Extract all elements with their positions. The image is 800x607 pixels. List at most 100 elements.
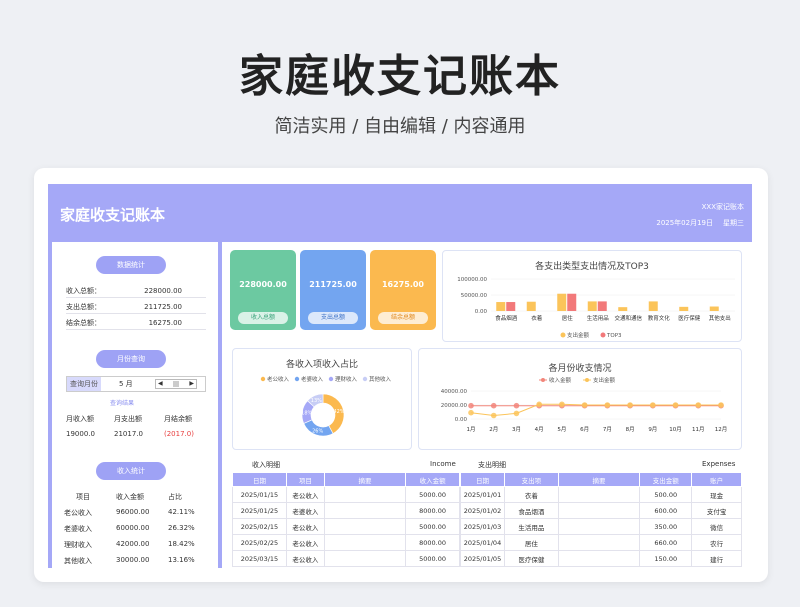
month-value: 5 月 bbox=[119, 380, 133, 388]
table-cell[interactable]: 660.00 bbox=[639, 534, 693, 551]
table-cell[interactable]: 老公收入 bbox=[285, 486, 325, 503]
table-cell[interactable] bbox=[557, 550, 641, 567]
table-cell[interactable]: 老公收入 bbox=[285, 534, 325, 551]
month-select-label[interactable]: 查询月份 bbox=[67, 377, 101, 391]
hero-title: 家庭收支记账本 bbox=[239, 51, 561, 102]
table-cell[interactable]: 5000.00 bbox=[405, 550, 460, 567]
table-cell[interactable]: 600.00 bbox=[639, 502, 693, 519]
slice-label: 26% bbox=[312, 429, 323, 435]
table-cell[interactable]: 2025/01/05 bbox=[460, 550, 505, 567]
x-tick-label: 2月 bbox=[489, 426, 498, 433]
income-detail-table: 日期 项目 摘要 收入金额 2025/01/15 老公收入 5000.00 2025/… bbox=[232, 472, 460, 567]
spin-thumb[interactable] bbox=[173, 381, 179, 387]
income-donut-svg: 老公收入 老婆收入 理财收入 其他收入 42% 26% 18% 13% bbox=[260, 375, 392, 437]
col-header: 支出金额 bbox=[639, 472, 693, 487]
table-cell[interactable] bbox=[323, 550, 407, 567]
income-share: 13.16% bbox=[168, 556, 195, 564]
table-cell[interactable]: 2025/02/25 bbox=[232, 534, 287, 551]
table-row[interactable]: 2025/01/02 食品烟酒 600.00 支付宝 bbox=[460, 502, 742, 519]
table-cell[interactable]: 老公收入 bbox=[285, 518, 325, 535]
income-amount: 42000.00 bbox=[116, 540, 150, 548]
table-cell[interactable]: 衣着 bbox=[503, 486, 559, 503]
table-cell[interactable]: 350.00 bbox=[639, 518, 693, 535]
table-cell[interactable]: 8000.00 bbox=[405, 502, 460, 519]
x-tick-label: 3月 bbox=[512, 426, 521, 433]
table-cell[interactable]: 食品烟酒 bbox=[503, 502, 559, 519]
spin-right-icon[interactable]: ▶ bbox=[189, 380, 194, 388]
table-cell[interactable]: 2025/01/25 bbox=[232, 502, 287, 519]
stat-value: 16275.00 bbox=[148, 319, 182, 327]
table-cell[interactable]: 老公收入 bbox=[285, 550, 325, 567]
month-spinner[interactable]: ◀ ▶ bbox=[155, 379, 197, 389]
table-cell[interactable]: 8000.00 bbox=[405, 534, 460, 551]
table-cell[interactable]: 支付宝 bbox=[691, 502, 742, 519]
expense-total-button[interactable]: 支出总额 bbox=[308, 312, 358, 324]
table-cell[interactable]: 2025/03/15 bbox=[232, 550, 287, 567]
x-tick-label: 1月 bbox=[467, 426, 476, 433]
table-cell[interactable]: 居住 bbox=[503, 534, 559, 551]
table-cell[interactable]: 5000.00 bbox=[405, 486, 460, 503]
data-point bbox=[513, 410, 520, 417]
stat-value: 211725.00 bbox=[144, 303, 182, 311]
table-cell[interactable]: 医疗保健 bbox=[503, 550, 559, 567]
table-cell[interactable]: 5000.00 bbox=[405, 518, 460, 535]
table-cell[interactable] bbox=[323, 502, 407, 519]
table-cell[interactable]: 2025/01/01 bbox=[460, 486, 505, 503]
table-row[interactable]: 2025/01/04 居住 660.00 农行 bbox=[460, 534, 742, 551]
spin-left-icon[interactable]: ◀ bbox=[158, 380, 163, 388]
owner-label: XXX家记账本 bbox=[701, 203, 744, 211]
data-point bbox=[559, 401, 565, 408]
x-tick-label: 其他支出 bbox=[709, 314, 731, 322]
bar bbox=[597, 301, 607, 311]
table-row[interactable]: 2025/03/15 老公收入 5000.00 bbox=[232, 550, 460, 567]
table-row[interactable]: 2025/01/01 衣着 500.00 现金 bbox=[460, 486, 742, 503]
table-cell[interactable]: 2025/01/04 bbox=[460, 534, 505, 551]
table-cell[interactable]: 微信 bbox=[691, 518, 742, 535]
table-cell[interactable]: 2025/01/15 bbox=[232, 486, 287, 503]
table-cell[interactable]: 2025/02/15 bbox=[232, 518, 287, 535]
table-cell[interactable]: 150.00 bbox=[639, 550, 693, 567]
table-cell[interactable]: 2025/01/02 bbox=[460, 502, 505, 519]
legend-marker bbox=[600, 332, 606, 338]
income-total-button[interactable]: 收入总额 bbox=[238, 312, 288, 324]
table-cell[interactable]: 500.00 bbox=[639, 486, 693, 503]
x-tick-label: 10月 bbox=[669, 426, 682, 433]
table-cell[interactable] bbox=[557, 534, 641, 551]
table-row[interactable]: 2025/02/25 老公收入 8000.00 bbox=[232, 534, 460, 551]
table-row[interactable]: 2025/01/25 老婆收入 8000.00 bbox=[232, 502, 460, 519]
table-cell[interactable] bbox=[323, 534, 407, 551]
table-cell[interactable] bbox=[557, 486, 641, 503]
table-cell[interactable]: 建行 bbox=[691, 550, 742, 567]
legend-marker bbox=[585, 378, 589, 382]
legend-marker bbox=[560, 332, 566, 338]
table-cell[interactable] bbox=[557, 502, 641, 519]
table-cell[interactable] bbox=[323, 518, 407, 535]
legend-label: 老婆收入 bbox=[301, 375, 324, 383]
slice-label: 42% bbox=[333, 409, 344, 415]
legend-marker bbox=[328, 376, 334, 382]
table-cell[interactable] bbox=[323, 486, 407, 503]
table-row[interactable]: 2025/01/05 医疗保健 150.00 建行 bbox=[460, 550, 742, 567]
table-row[interactable]: 2025/01/03 生活用品 350.00 微信 bbox=[460, 518, 742, 535]
col-header: 支出项 bbox=[503, 472, 559, 487]
legend-marker bbox=[362, 376, 368, 382]
income-item: 老婆收入 bbox=[64, 525, 92, 533]
current-weekday: 星期三 bbox=[723, 219, 744, 227]
legend-label: 支出金额 bbox=[567, 331, 590, 339]
balance-total-card: 16275.00 结余总额 bbox=[370, 250, 436, 330]
income-stats-header: 收入统计 bbox=[96, 462, 166, 480]
stat-label: 支出总额： bbox=[66, 303, 101, 311]
table-cell[interactable]: 老婆收入 bbox=[285, 502, 325, 519]
table-row[interactable]: 2025/02/15 老公收入 5000.00 bbox=[232, 518, 460, 535]
bar bbox=[557, 293, 567, 311]
table-cell[interactable]: 2025/01/03 bbox=[460, 518, 505, 535]
y-tick-label: 0.00 bbox=[475, 309, 488, 315]
table-cell[interactable] bbox=[557, 518, 641, 535]
query-result-link[interactable]: 查询结果 bbox=[110, 398, 134, 407]
table-cell[interactable]: 生活用品 bbox=[503, 518, 559, 535]
table-row[interactable]: 2025/01/15 老公收入 5000.00 bbox=[232, 486, 460, 503]
table-cell[interactable]: 现金 bbox=[691, 486, 742, 503]
x-tick-label: 生活用品 bbox=[587, 314, 610, 322]
balance-total-button[interactable]: 结余总额 bbox=[378, 312, 428, 324]
table-cell[interactable]: 农行 bbox=[691, 534, 742, 551]
